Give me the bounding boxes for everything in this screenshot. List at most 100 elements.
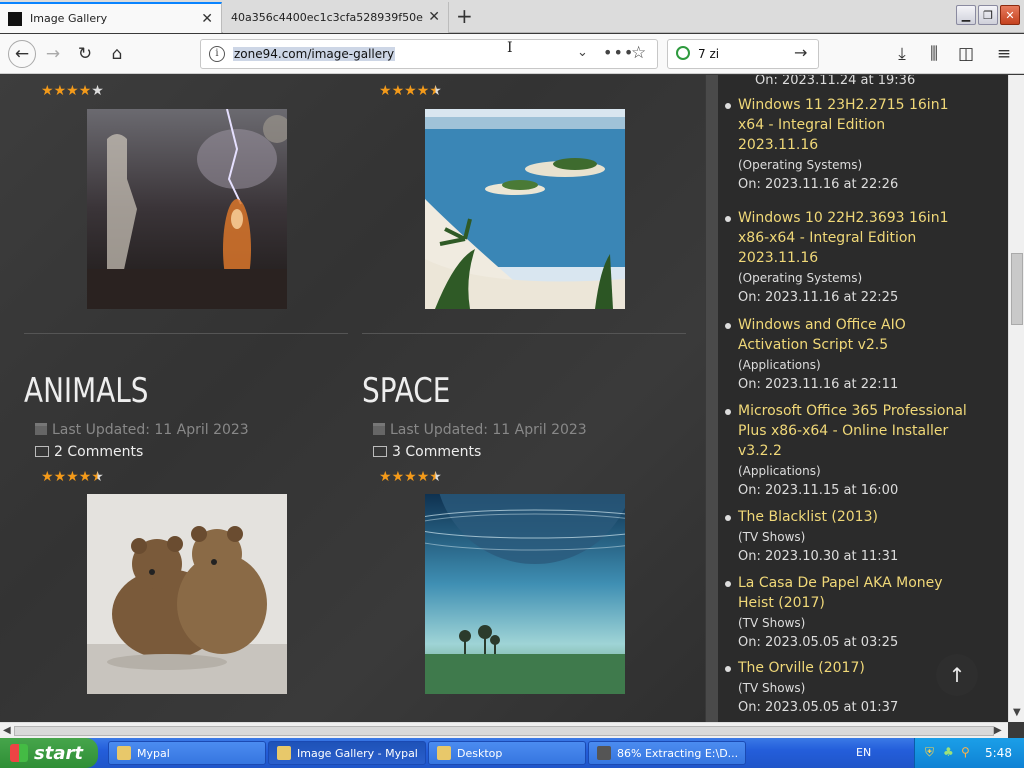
category-title-animals[interactable]: ANIMALS bbox=[24, 371, 149, 411]
info-icon[interactable]: i bbox=[209, 46, 225, 62]
post-title-link[interactable]: Windows 11 23H2.2715 16in1 x64 - Integra… bbox=[738, 95, 968, 155]
back-icon[interactable]: ← bbox=[8, 40, 36, 68]
comments-link[interactable]: 3 Comments bbox=[373, 444, 481, 460]
post-title-link[interactable]: La Casa De Papel AKA Money Heist (2017) bbox=[738, 573, 968, 613]
bullet-icon bbox=[725, 323, 731, 329]
sidebar-post-item: Windows 10 22H2.3693 16in1 x86-x64 - Int… bbox=[725, 208, 968, 308]
arrow-up-icon[interactable]: ↑ bbox=[936, 654, 978, 696]
post-date: On: 2023.11.15 at 16:00 bbox=[738, 483, 899, 498]
calendar-icon bbox=[373, 423, 385, 435]
last-updated: Last Updated: 11 April 2023 bbox=[35, 422, 249, 438]
post-title-link[interactable]: The Orville (2017) bbox=[738, 658, 968, 678]
task-label: Mypal bbox=[137, 746, 170, 760]
post-title-link[interactable]: Windows 10 22H2.3693 16in1 x86-x64 - Int… bbox=[738, 208, 968, 268]
last-updated-text: Last Updated: 11 April 2023 bbox=[52, 422, 249, 438]
shield-icon[interactable]: ⛨ bbox=[925, 745, 934, 760]
sidebar-post-item: Windows and Office AIO Activation Script… bbox=[725, 315, 968, 395]
comments-link[interactable]: 2 Comments bbox=[35, 444, 143, 460]
star-filled-icon: ★ bbox=[391, 469, 405, 485]
sidebar-icon[interactable]: ◫ bbox=[954, 42, 978, 66]
gallery-thumbnail-bears[interactable] bbox=[87, 494, 287, 694]
search-tray-icon[interactable]: ⚲ bbox=[961, 745, 970, 759]
horizontal-scrollbar-thumb[interactable] bbox=[14, 726, 994, 736]
post-date: On: 2023.10.30 at 11:31 bbox=[738, 549, 899, 564]
more-actions-icon[interactable]: ••• bbox=[603, 43, 634, 62]
post-title-link[interactable]: Windows and Office AIO Activation Script… bbox=[738, 315, 968, 355]
reload-icon[interactable]: ↻ bbox=[73, 42, 97, 66]
tab-image-gallery[interactable]: Image Gallery ✕ bbox=[0, 2, 222, 33]
window-close-button[interactable]: ✕ bbox=[1000, 5, 1020, 25]
category-title-space[interactable]: SPACE bbox=[362, 371, 450, 411]
horizontal-scrollbar[interactable]: ◀ ▶ bbox=[0, 722, 1008, 738]
language-indicator[interactable]: EN bbox=[856, 746, 871, 759]
address-bar[interactable]: i zone94.com/image-gallery ⌄ ••• ☆ bbox=[200, 39, 658, 69]
sidebar-post-item: The Orville (2017) (TV Shows) On: 2023.05.… bbox=[725, 658, 968, 718]
library-icon[interactable]: ⫼ bbox=[922, 42, 946, 66]
scroll-right-icon[interactable]: ▶ bbox=[994, 725, 1002, 736]
search-go-icon[interactable]: → bbox=[794, 43, 807, 62]
menu-icon[interactable]: ≡ bbox=[992, 42, 1016, 66]
chevron-down-icon[interactable]: ⌄ bbox=[577, 45, 588, 60]
url-text[interactable]: zone94.com/image-gallery bbox=[233, 47, 396, 61]
comments-text[interactable]: 3 Comments bbox=[392, 444, 481, 460]
taskbar: start Mypal Image Gallery - Mypal Deskto… bbox=[0, 738, 1024, 768]
taskbar-item-extracting[interactable]: 86% Extracting E:\D... bbox=[588, 741, 746, 765]
post-category[interactable]: (Applications) bbox=[738, 461, 968, 481]
post-date: On: 2023.11.24 at 19:36 bbox=[755, 75, 916, 88]
star-filled-icon: ★ bbox=[416, 83, 430, 99]
star-filled-icon: ★ bbox=[404, 83, 417, 99]
sidebar-post-item: The Blacklist (2013) (TV Shows) On: 2023.1… bbox=[725, 507, 968, 567]
taskbar-item-mypal[interactable]: Mypal bbox=[108, 741, 266, 765]
gallery-thumbnail-beach-island[interactable] bbox=[425, 109, 625, 309]
site-favicon-icon bbox=[8, 11, 22, 26]
post-category[interactable]: (TV Shows) bbox=[738, 527, 968, 547]
star-half-icon: ★ bbox=[429, 83, 442, 99]
minimize-button[interactable]: ▁ bbox=[956, 5, 976, 25]
tab-second[interactable]: 40a356c4400ec1c3cfa528939f50e429 ✕ bbox=[223, 2, 449, 33]
bullet-icon bbox=[725, 666, 731, 672]
post-category[interactable]: (TV Shows) bbox=[738, 678, 968, 698]
scroll-down-icon[interactable]: ▼ bbox=[1013, 707, 1021, 718]
search-bar[interactable]: 7 zi → bbox=[667, 39, 819, 69]
post-category[interactable]: (Operating Systems) bbox=[738, 268, 968, 288]
task-label: 86% Extracting E:\D... bbox=[617, 746, 739, 760]
network-icon[interactable]: ♣ bbox=[943, 745, 954, 759]
comments-text[interactable]: 2 Comments bbox=[54, 444, 143, 460]
tab-close-icon[interactable]: ✕ bbox=[428, 9, 440, 25]
folder-icon bbox=[437, 746, 451, 760]
vertical-scrollbar-thumb[interactable] bbox=[1011, 253, 1023, 325]
scroll-left-icon[interactable]: ◀ bbox=[3, 725, 11, 736]
tab-title: Image Gallery bbox=[30, 12, 108, 25]
post-title-link[interactable]: The Blacklist (2013) bbox=[738, 507, 968, 527]
tab-close-icon[interactable]: ✕ bbox=[201, 11, 213, 27]
star-icon[interactable]: ☆ bbox=[631, 43, 646, 63]
star-filled-icon: ★ bbox=[391, 83, 405, 99]
system-tray: ⛨ ♣ ⚲ 5:48 bbox=[914, 738, 1024, 768]
post-title-link[interactable]: Microsoft Office 365 Professional Plus x… bbox=[738, 401, 968, 461]
download-icon[interactable]: ⤓ bbox=[890, 42, 914, 66]
post-date: On: 2023.05.05 at 03:25 bbox=[738, 635, 899, 650]
text-cursor-icon: I bbox=[507, 40, 513, 56]
start-button[interactable]: start bbox=[0, 738, 98, 768]
post-category[interactable]: (Applications) bbox=[738, 355, 968, 375]
comment-icon bbox=[35, 446, 49, 457]
star-filled-icon: ★ bbox=[53, 469, 67, 485]
restore-button[interactable]: ❐ bbox=[978, 5, 998, 25]
star-filled-icon: ★ bbox=[78, 83, 92, 99]
taskbar-item-desktop[interactable]: Desktop bbox=[428, 741, 586, 765]
home-icon[interactable]: ⌂ bbox=[105, 42, 129, 66]
bullet-icon bbox=[725, 409, 731, 415]
gallery-thumbnail-space[interactable] bbox=[425, 494, 625, 694]
new-tab-icon[interactable]: + bbox=[456, 4, 473, 28]
post-date: On: 2023.11.16 at 22:11 bbox=[738, 377, 899, 392]
post-category[interactable]: (Operating Systems) bbox=[738, 155, 968, 175]
forward-icon[interactable]: → bbox=[41, 42, 65, 66]
post-category[interactable]: (TV Shows) bbox=[738, 613, 968, 633]
gallery-thumbnail-dark-fantasy[interactable] bbox=[87, 109, 287, 309]
taskbar-item-image-gallery[interactable]: Image Gallery - Mypal bbox=[268, 741, 426, 765]
sidebar-post-item: Microsoft Office 365 Professional Plus x… bbox=[725, 401, 968, 501]
start-label: start bbox=[34, 742, 83, 764]
search-input[interactable]: 7 zi bbox=[698, 47, 719, 61]
comment-icon bbox=[373, 446, 387, 457]
vertical-scrollbar[interactable]: ▼ bbox=[1008, 75, 1024, 722]
